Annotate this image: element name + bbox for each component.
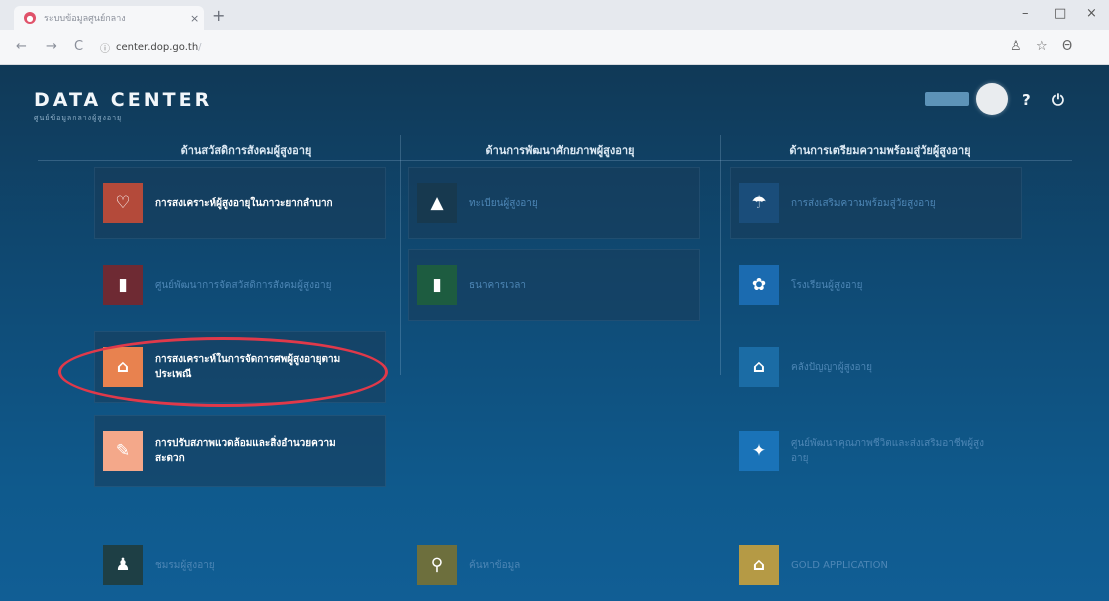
- person-icon[interactable]: ♙: [1010, 39, 1022, 54]
- card-time-bank[interactable]: ▮ ธนาคารเวลา: [408, 249, 700, 321]
- column-title-development: ด้านการพัฒนาศักยภาพผู้สูงอายุ: [485, 144, 635, 157]
- book-icon: ▮: [103, 265, 143, 305]
- tab-title: ระบบข้อมูลศูนย์กลาง: [44, 14, 126, 24]
- card-elderly-school[interactable]: ✿ โรงเรียนผู้สูงอายุ: [730, 249, 1022, 321]
- url-host: center.dop.go.th: [116, 41, 199, 53]
- person-icon: ♟: [103, 545, 143, 585]
- card-label: ทะเบียนผู้สูงอายุ: [469, 197, 538, 209]
- column-divider: [400, 135, 401, 375]
- card-label: ค้นหาข้อมูล: [469, 559, 521, 571]
- card-elderly-club[interactable]: ♟ ชมรมผู้สูงอายุ: [94, 529, 386, 601]
- graduation-cap-icon: ▲: [417, 183, 457, 223]
- close-window-icon[interactable]: ×: [1086, 6, 1097, 21]
- browser-tab[interactable]: ● ระบบข้อมูลศูนย์กลาง ×: [14, 6, 204, 30]
- favicon-icon: ●: [24, 12, 36, 24]
- umbrella-icon: ☂: [739, 183, 779, 223]
- profile-icon[interactable]: Θ: [1062, 39, 1072, 54]
- card-label: ธนาคารเวลา: [469, 279, 527, 291]
- column-title-preparation: ด้านการเตรียมความพร้อมสู่วัยผู้สูงอายุ: [789, 144, 971, 157]
- power-icon[interactable]: ⏻: [1052, 91, 1064, 109]
- header-divider: [38, 160, 1072, 161]
- help-icon[interactable]: ?: [1022, 91, 1031, 109]
- heart-icon: ♡: [103, 183, 143, 223]
- card-aging-preparation[interactable]: ☂ การส่งเสริมความพร้อมสู่วัยสูงอายุ: [730, 167, 1022, 239]
- wrench-icon: ✎: [103, 431, 143, 471]
- flower-icon: ✿: [739, 265, 779, 305]
- card-label: การสงเคราะห์ในการจัดการศพผู้สูงอายุตามปร…: [155, 354, 341, 380]
- back-icon[interactable]: ←: [16, 39, 27, 54]
- book-icon: ▮: [417, 265, 457, 305]
- card-label: ชมรมผู้สูงอายุ: [155, 559, 215, 571]
- sparkle-icon: ✦: [739, 431, 779, 471]
- site-info-icon[interactable]: ⓘ: [100, 40, 110, 55]
- search-icon: ⚲: [417, 545, 457, 585]
- card-label: การปรับสภาพแวดล้อมและสิ่งอำนวยความสะดวก: [155, 438, 336, 464]
- home-icon: ⌂: [739, 347, 779, 387]
- card-label: ศูนย์พัฒนาคุณภาพชีวิตและส่งเสริมอาชีพผู้…: [791, 438, 985, 464]
- card-label: การส่งเสริมความพร้อมสู่วัยสูงอายุ: [791, 197, 936, 209]
- browser-tab-bar: ● ระบบข้อมูลศูนย์กลาง × + – □ ×: [0, 0, 1109, 30]
- card-label: คลังปัญญาผู้สูงอายุ: [791, 361, 873, 373]
- card-gold-application[interactable]: ⌂ GOLD APPLICATION: [730, 529, 1022, 601]
- data-center-app: DATA CENTER ศูนย์ข้อมูลกลางผู้สูงอายุ ? …: [0, 65, 1109, 601]
- card-funeral-assistance[interactable]: ⌂ การสงเคราะห์ในการจัดการศพผู้สูงอายุตาม…: [94, 331, 386, 403]
- tab-close-icon[interactable]: ×: [190, 12, 204, 25]
- app-icon: ⌂: [739, 545, 779, 585]
- card-environment-adjustment[interactable]: ✎ การปรับสภาพแวดล้อมและสิ่งอำนวยความสะดว…: [94, 415, 386, 487]
- minimize-icon[interactable]: –: [1022, 6, 1029, 21]
- app-subtitle: ศูนย์ข้อมูลกลางผู้สูงอายุ: [34, 114, 123, 122]
- card-welfare-center[interactable]: ▮ ศูนย์พัฒนาการจัดสวัสดิการสังคมผู้สูงอา…: [94, 249, 386, 321]
- url-path: /: [198, 41, 202, 53]
- avatar[interactable]: [976, 83, 1008, 115]
- column-divider: [720, 135, 721, 375]
- maximize-icon[interactable]: □: [1054, 6, 1066, 21]
- card-label: การสงเคราะห์ผู้สูงอายุในภาวะยากลำบาก: [155, 197, 333, 209]
- card-welfare-hardship[interactable]: ♡ การสงเคราะห์ผู้สูงอายุในภาวะยากลำบาก: [94, 167, 386, 239]
- card-label: GOLD APPLICATION: [791, 559, 888, 571]
- bookmark-icon: ⌂: [103, 347, 143, 387]
- column-title-welfare: ด้านสวัสดิการสังคมผู้สูงอายุ: [180, 144, 312, 157]
- card-quality-of-life-center[interactable]: ✦ ศูนย์พัฒนาคุณภาพชีวิตและส่งเสริมอาชีพผ…: [730, 415, 1022, 487]
- card-search-data[interactable]: ⚲ ค้นหาข้อมูล: [408, 529, 700, 601]
- card-elderly-registry[interactable]: ▲ ทะเบียนผู้สูงอายุ: [408, 167, 700, 239]
- card-label: ศูนย์พัฒนาการจัดสวัสดิการสังคมผู้สูงอายุ: [155, 279, 332, 291]
- forward-icon[interactable]: →: [46, 39, 57, 54]
- reload-icon[interactable]: C: [74, 39, 83, 54]
- new-tab-button[interactable]: +: [212, 6, 225, 25]
- url-input[interactable]: ⓘ center.dop.go.th /: [100, 36, 980, 58]
- bookmark-star-icon[interactable]: ☆: [1036, 39, 1048, 54]
- header-badge: [925, 92, 969, 106]
- address-bar: ← → C ⓘ center.dop.go.th / ♙ ☆ Θ: [0, 30, 1109, 65]
- app-title: DATA CENTER: [34, 89, 213, 111]
- card-label: โรงเรียนผู้สูงอายุ: [791, 279, 863, 291]
- card-knowledge-bank[interactable]: ⌂ คลังปัญญาผู้สูงอายุ: [730, 331, 1022, 403]
